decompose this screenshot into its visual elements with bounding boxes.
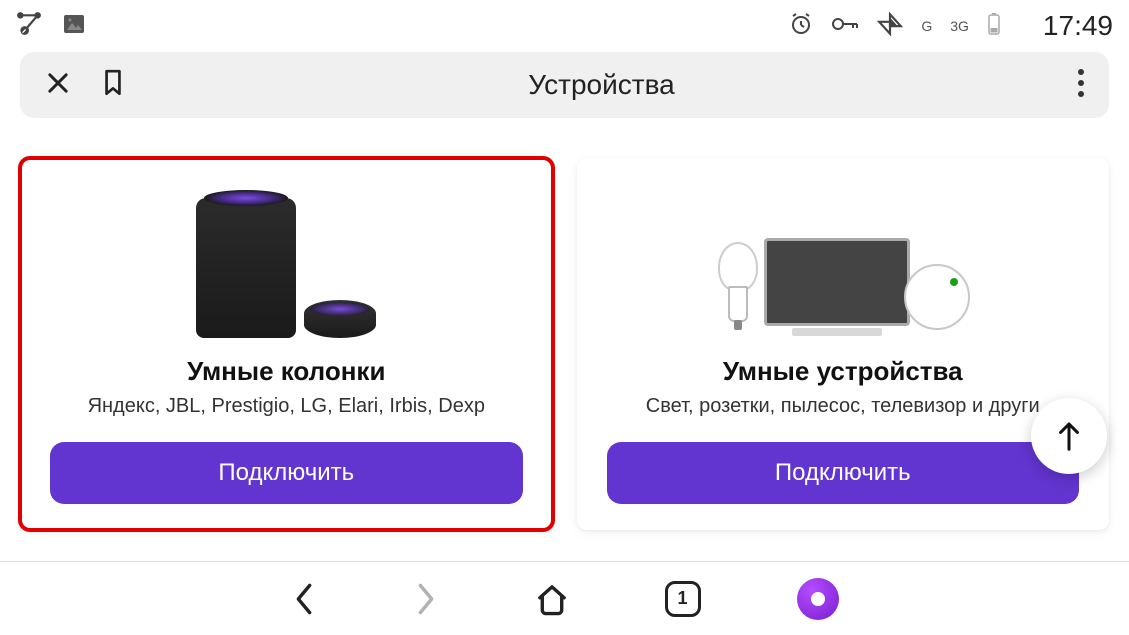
alarm-icon	[789, 12, 813, 41]
nav-home-button[interactable]	[535, 582, 569, 616]
connect-button[interactable]: Подключить	[607, 442, 1080, 504]
card-title: Умные колонки	[187, 356, 385, 387]
bottom-nav: 1	[0, 561, 1129, 635]
sensor-icon	[904, 264, 970, 330]
key-icon	[831, 14, 859, 39]
alice-icon	[797, 578, 839, 620]
app-bar: Устройства	[20, 52, 1109, 118]
nav-back-button[interactable]	[291, 582, 317, 616]
wifi-icon	[877, 11, 903, 42]
network-label-1: G	[921, 18, 932, 34]
more-icon[interactable]	[1077, 68, 1085, 103]
smart-devices-image	[716, 188, 970, 338]
nav-forward-button	[413, 582, 439, 616]
share-icon	[16, 11, 42, 42]
tv-icon	[764, 238, 910, 338]
scroll-top-button[interactable]	[1031, 398, 1107, 474]
nav-tabs-button[interactable]: 1	[665, 581, 701, 617]
nav-alice-button[interactable]	[797, 578, 839, 620]
card-smart-speakers[interactable]: Умные колонки Яндекс, JBL, Prestigio, LG…	[20, 158, 553, 530]
close-icon[interactable]	[44, 69, 72, 102]
card-subtitle: Свет, розетки, пылесос, телевизор и друг…	[607, 395, 1080, 418]
network-label-2: 3G	[950, 18, 969, 34]
battery-icon	[987, 12, 1001, 41]
lightbulb-icon	[716, 242, 760, 338]
card-title: Умные устройства	[723, 356, 963, 387]
tab-count: 1	[665, 581, 701, 617]
card-smart-devices[interactable]: Умные устройства Свет, розетки, пылесос,…	[577, 158, 1110, 530]
picture-icon	[62, 12, 86, 41]
clock: 17:49	[1043, 10, 1113, 42]
bookmark-icon[interactable]	[100, 68, 126, 103]
device-cards: Умные колонки Яндекс, JBL, Prestigio, LG…	[0, 130, 1129, 530]
smart-speaker-image	[196, 188, 376, 338]
connect-button[interactable]: Подключить	[50, 442, 523, 504]
card-subtitle: Яндекс, JBL, Prestigio, LG, Elari, Irbis…	[50, 395, 523, 418]
page-title: Устройства	[528, 69, 674, 101]
status-bar: G 3G 17:49	[0, 0, 1129, 48]
